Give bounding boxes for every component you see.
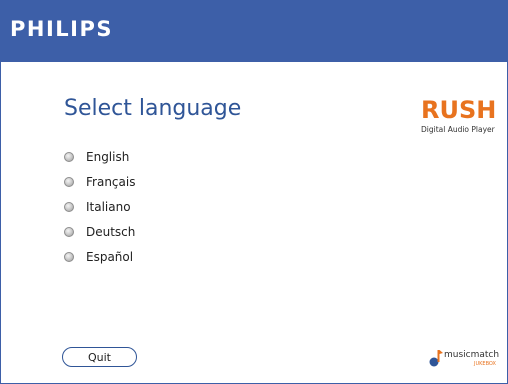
language-label: English: [86, 149, 130, 164]
radio-button-icon[interactable]: [64, 226, 74, 237]
musicmatch-logo: musicmatch JUKEBOX: [428, 347, 503, 369]
musicmatch-subtitle: JUKEBOX: [474, 361, 496, 367]
language-option-francais[interactable]: Français: [64, 169, 135, 194]
rush-logo: RUSH Digital Audio Player: [421, 96, 501, 146]
installer-window: PHILIPS Select language RUSH Digital Aud…: [0, 0, 508, 384]
language-option-deutsch[interactable]: Deutsch: [64, 219, 135, 244]
language-label: Español: [86, 249, 134, 264]
radio-button-icon[interactable]: [64, 201, 74, 212]
language-option-italiano[interactable]: Italiano: [64, 194, 135, 219]
rush-wordmark-icon: RUSH: [421, 96, 496, 124]
musicmatch-wordmark: musicmatch: [444, 350, 500, 360]
rush-subtitle: Digital Audio Player: [421, 125, 495, 134]
page-title: Select language: [64, 96, 242, 121]
language-label: Deutsch: [86, 224, 136, 239]
language-label: Français: [86, 174, 136, 189]
language-list: English Français Italiano Deutsch Españo…: [64, 144, 135, 269]
radio-button-icon[interactable]: [64, 251, 74, 262]
language-label: Italiano: [86, 199, 131, 214]
quit-button[interactable]: Quit: [62, 347, 137, 367]
philips-logo: PHILIPS: [10, 17, 113, 41]
language-option-espanol[interactable]: Español: [64, 244, 135, 269]
language-option-english[interactable]: English: [64, 144, 135, 169]
radio-button-icon[interactable]: [64, 151, 74, 162]
radio-button-icon[interactable]: [64, 176, 74, 187]
musicmatch-note-icon: [429, 350, 443, 367]
rush-wordmark-text: RUSH: [421, 96, 496, 124]
header-bar: PHILIPS: [1, 0, 508, 62]
